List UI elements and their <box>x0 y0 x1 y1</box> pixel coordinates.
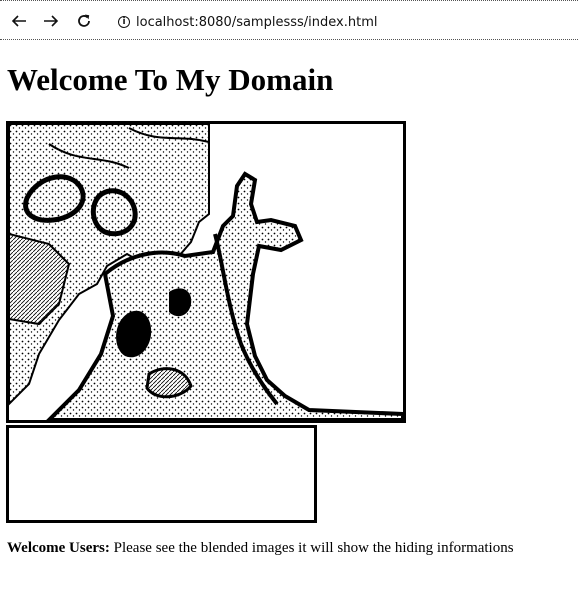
hidden-image-box <box>6 425 317 523</box>
url-text[interactable]: localhost:8080/samplesss/index.html <box>136 15 377 30</box>
address-bar[interactable]: i localhost:8080/samplesss/index.html <box>118 12 377 32</box>
blended-image <box>6 121 406 423</box>
arrow-right-icon <box>44 15 59 27</box>
info-icon[interactable]: i <box>118 16 130 28</box>
arrow-left-icon <box>11 15 26 27</box>
page-title: Welcome To My Domain <box>7 62 334 97</box>
welcome-message-text: Please see the blended images it will sh… <box>109 540 514 556</box>
welcome-message: Welcome Users: Please see the blended im… <box>7 540 514 557</box>
reload-button[interactable] <box>73 10 95 32</box>
browser-toolbar: i localhost:8080/samplesss/index.html <box>0 0 578 40</box>
back-button[interactable] <box>8 10 30 32</box>
blended-image-artwork <box>9 124 403 420</box>
welcome-message-label: Welcome Users: <box>7 540 110 556</box>
reload-icon <box>78 14 90 27</box>
forward-button[interactable] <box>40 10 62 32</box>
